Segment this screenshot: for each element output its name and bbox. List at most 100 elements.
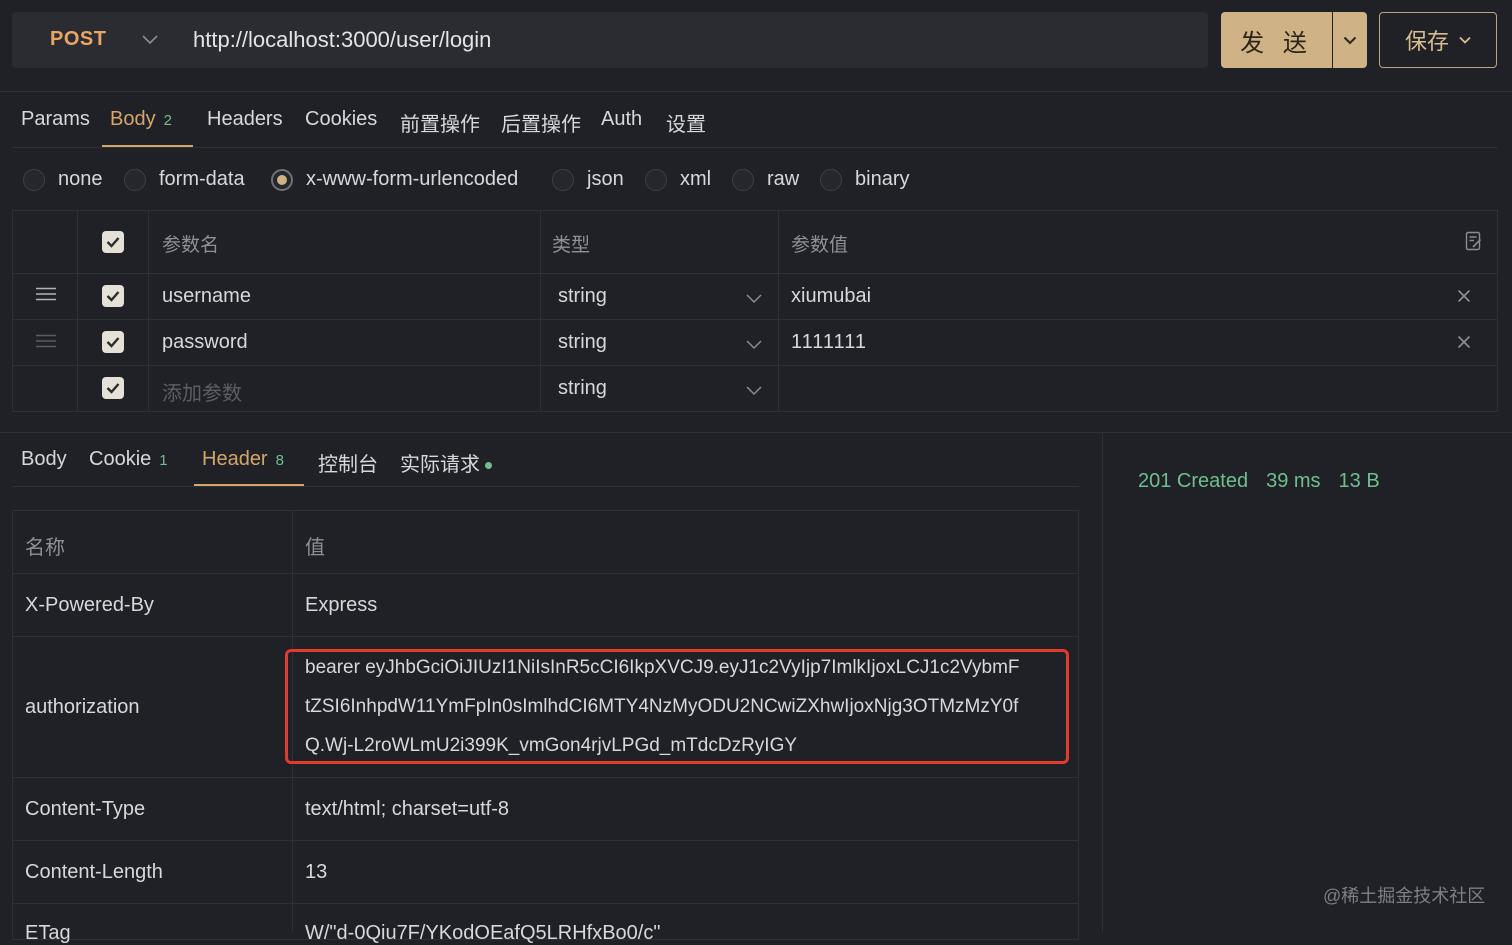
close-icon[interactable]: [1457, 335, 1471, 354]
tab-response-body[interactable]: Body: [21, 448, 67, 471]
tab-count-badge: 2: [163, 112, 172, 129]
param-value-input[interactable]: xiumubai: [791, 285, 871, 308]
divider: [77, 211, 78, 411]
header-name: authorization: [25, 696, 140, 718]
param-value-input[interactable]: 1111111: [791, 331, 867, 354]
tab-label: Cookie: [89, 448, 152, 470]
column-header-type: 类型: [552, 235, 591, 256]
url-input[interactable]: http://localhost:3000/user/login: [193, 27, 491, 53]
param-type-select[interactable]: string: [558, 331, 607, 354]
status-code: 201 Created: [1138, 470, 1249, 492]
header-name: Content-Length: [25, 861, 163, 883]
tab-count-badge: 8: [275, 452, 284, 469]
tab-response-header[interactable]: Header 8: [202, 448, 284, 471]
radio-json[interactable]: json: [552, 168, 624, 191]
column-header-name: 参数名: [162, 235, 220, 256]
check-icon: [106, 237, 120, 248]
header-value: W/"d-0Qiu7F/YKodOEafQ5LRHfxBo0/c": [305, 922, 661, 944]
header-value: Express: [305, 594, 378, 616]
divider: [13, 365, 1497, 366]
row-checkbox[interactable]: [102, 377, 124, 399]
close-icon[interactable]: [1457, 289, 1471, 308]
radio-circle: [820, 168, 842, 191]
header-name: ETag: [25, 922, 71, 944]
header-value: text/html; charset=utf-8: [305, 798, 509, 820]
tab-actual-request[interactable]: 实际请求: [400, 448, 492, 477]
radio-circle-selected: [271, 168, 293, 191]
tab-response-cookie[interactable]: Cookie 1: [89, 448, 168, 471]
radio-xml[interactable]: xml: [645, 168, 711, 191]
column-header-value: 参数值: [791, 235, 849, 256]
divider: [12, 903, 1078, 904]
radio-label: form-data: [159, 168, 245, 190]
send-options-button[interactable]: [1333, 12, 1367, 68]
save-button[interactable]: 保存: [1379, 12, 1497, 68]
response-meta-panel: [1102, 432, 1512, 932]
check-icon: [106, 337, 120, 348]
tab-post-processors[interactable]: 后置操作: [501, 108, 581, 137]
chevron-down-icon[interactable]: [142, 29, 158, 50]
divider: [12, 840, 1078, 841]
tab-response-console[interactable]: 控制台: [318, 448, 378, 477]
row-checkbox[interactable]: [102, 331, 124, 353]
radio-circle: [124, 168, 146, 191]
drag-handle-icon[interactable]: [35, 287, 57, 306]
tab-params[interactable]: Params: [21, 108, 90, 131]
chevron-down-icon[interactable]: [746, 291, 762, 309]
param-name-input[interactable]: password: [162, 331, 248, 354]
tab-auth[interactable]: Auth: [601, 108, 642, 131]
radio-label: raw: [767, 168, 800, 190]
header-name: X-Powered-By: [25, 594, 154, 616]
divider: [12, 147, 1498, 148]
divider: [13, 273, 1497, 274]
radio-label: binary: [855, 168, 910, 190]
radio-none[interactable]: none: [23, 168, 103, 191]
tab-body[interactable]: Body 2: [110, 108, 172, 131]
radio-binary[interactable]: binary: [820, 168, 909, 191]
column-header-value: 值: [305, 537, 325, 559]
select-all-checkbox[interactable]: [102, 231, 124, 253]
url-bar: [12, 12, 1208, 68]
divider: [540, 211, 541, 411]
header-name: Content-Type: [25, 798, 146, 820]
method-selector[interactable]: POST: [50, 28, 106, 51]
chevron-down-icon: [1459, 36, 1471, 44]
radio-label: none: [58, 168, 103, 190]
radio-x-www-form-urlencoded[interactable]: x-www-form-urlencoded: [271, 168, 518, 191]
radio-circle: [645, 168, 667, 191]
radio-raw[interactable]: raw: [732, 168, 799, 191]
column-header-name: 名称: [25, 537, 65, 559]
param-type-select[interactable]: string: [558, 377, 607, 400]
status-dot-icon: [485, 462, 492, 470]
check-icon: [106, 383, 120, 394]
header-value: 13: [305, 861, 328, 883]
tab-pre-processors[interactable]: 前置操作: [400, 108, 480, 137]
tab-count-badge: 1: [159, 452, 168, 469]
response-status-bar: 201 Created 39 ms 13 B: [1138, 470, 1380, 493]
tab-label: 实际请求: [400, 454, 480, 476]
watermark: @稀土掘金技术社区: [1323, 886, 1486, 906]
radio-circle: [732, 168, 754, 191]
param-name-input[interactable]: username: [162, 285, 251, 308]
save-label: 保存: [1404, 29, 1449, 54]
divider: [13, 319, 1497, 320]
tab-cookies[interactable]: Cookies: [305, 108, 377, 131]
row-checkbox[interactable]: [102, 285, 124, 307]
highlight-box: [285, 649, 1069, 764]
divider: [0, 91, 1512, 92]
tab-settings[interactable]: 设置: [666, 108, 706, 137]
chevron-down-icon[interactable]: [746, 383, 762, 401]
send-button[interactable]: 发 送: [1221, 12, 1332, 68]
param-type-select[interactable]: string: [558, 285, 607, 308]
chevron-down-icon: [1343, 36, 1357, 44]
add-param-input[interactable]: 添加参数: [162, 377, 242, 406]
divider: [778, 211, 779, 411]
bulk-edit-icon[interactable]: [1465, 231, 1483, 256]
drag-handle-icon[interactable]: [35, 334, 57, 353]
chevron-down-icon[interactable]: [746, 337, 762, 355]
response-size: 13 B: [1338, 470, 1380, 492]
divider: [12, 777, 1078, 778]
tab-headers[interactable]: Headers: [207, 108, 283, 131]
check-icon: [106, 291, 120, 302]
radio-form-data[interactable]: form-data: [124, 168, 245, 191]
